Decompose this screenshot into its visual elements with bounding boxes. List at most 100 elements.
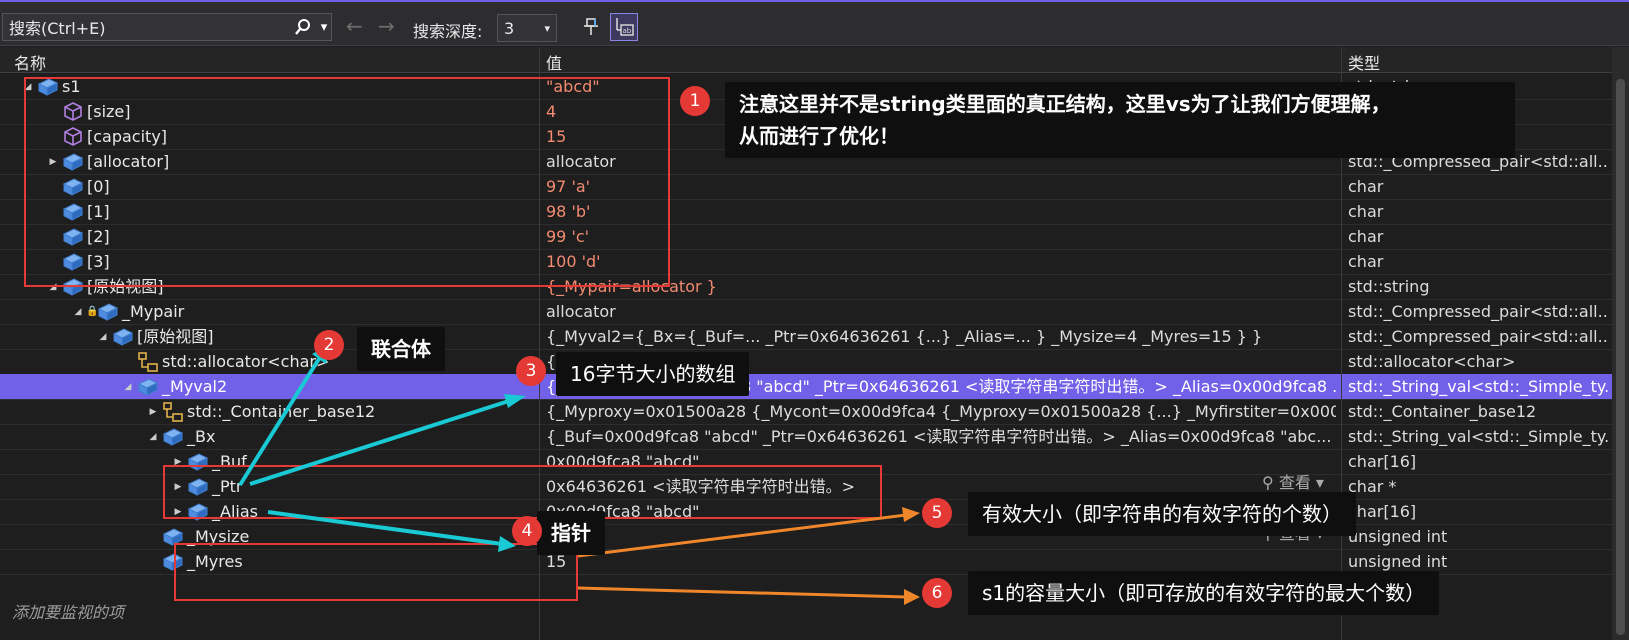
row-name: [原始视图] — [87, 277, 164, 296]
vertical-scrollbar[interactable] — [1612, 47, 1629, 640]
row-value[interactable]: {_Mypair=allocator } — [546, 274, 1336, 300]
property-icon — [61, 125, 85, 149]
watch-row[interactable]: ◢ [原始视图] {_Myval2={_Bx={_Buf=... _Ptr=0x64… — [0, 324, 1612, 350]
row-name-cell[interactable]: ▶ std::_Container_base12 — [0, 399, 540, 425]
show-raw-structure-icon[interactable]: ab — [610, 13, 638, 41]
row-name-cell[interactable]: ▶ _Alias — [0, 499, 540, 525]
row-value[interactable]: {_Myval2={_Bx={_Buf=... _Ptr=0x64636261 … — [546, 324, 1336, 350]
watch-row[interactable]: ◢ 🔒 _Mypair allocator std::_Compressed_pair<… — [0, 299, 1612, 325]
object-icon — [186, 450, 210, 474]
row-name-cell[interactable]: ◢ [原始视图] — [0, 324, 540, 350]
search-depth-label: 搜索深度: — [413, 22, 483, 41]
row-name-cell[interactable]: ▶ _Buf — [0, 449, 540, 475]
pin-icon[interactable] — [578, 13, 606, 41]
view-button-label: 查看 — [1278, 473, 1311, 492]
expand-icon[interactable]: ▶ — [45, 149, 61, 175]
row-value[interactable]: 98 'b' — [546, 199, 1336, 225]
row-value[interactable]: {_Buf=0x00d9fca8 "abcd" _Ptr=0x64636261 … — [546, 424, 1336, 450]
watch-row[interactable]: ◢ _Bx {_Buf=0x00d9fca8 "abcd" _Ptr=0x64636… — [0, 424, 1612, 450]
search-dropdown-icon[interactable]: ▾ — [317, 14, 331, 40]
row-name-cell[interactable]: ▶ [allocator] — [0, 149, 540, 175]
row-name: _Buf — [212, 452, 247, 471]
collapse-icon[interactable]: ◢ — [45, 274, 61, 300]
expand-icon[interactable]: ▶ — [170, 499, 186, 525]
watch-row[interactable]: [0] 97 'a' char — [0, 174, 1612, 200]
watch-row[interactable]: ▶ _Ptr 0x64636261 <读取字符串字符时出错。> char * — [0, 474, 1612, 500]
collapse-icon[interactable]: ◢ — [95, 324, 111, 350]
row-name-cell[interactable]: ▶ _Ptr — [0, 474, 540, 500]
row-value[interactable]: allocator — [546, 299, 1336, 325]
watch-row[interactable]: [3] 100 'd' char — [0, 249, 1612, 275]
collapse-icon[interactable]: ◢ — [145, 424, 161, 450]
search-depth-select[interactable]: 3 ▾ — [497, 14, 557, 42]
row-name-cell[interactable]: [0] — [0, 174, 540, 200]
row-type: char — [1348, 177, 1384, 196]
row-name-cell[interactable]: ◢ s1 — [0, 74, 540, 100]
row-value[interactable]: {_Myproxy=0x01500a28 {_Mycont=0x00d9fca4… — [546, 399, 1336, 425]
row-name: _Ptr — [212, 477, 243, 496]
row-type: char — [1348, 252, 1384, 271]
scrollbar-thumb[interactable] — [1616, 79, 1625, 635]
search-forward-icon[interactable]: → — [378, 16, 395, 36]
object-icon — [61, 200, 85, 224]
object-icon — [161, 525, 185, 549]
expand-icon[interactable]: ▶ — [145, 399, 161, 425]
watch-row[interactable]: std::allocator<char>{...}std::allocator<… — [0, 349, 1612, 375]
expand-icon[interactable]: ▶ — [170, 449, 186, 475]
column-name-header[interactable]: 名称 — [14, 50, 46, 74]
watch-row[interactable]: _Mysize4unsigned int — [0, 524, 1612, 550]
object-icon — [136, 375, 160, 399]
watch-window: 搜索(Ctrl+E) ▾ ← → 搜索深度: 3 ▾ ab 名称 值 类型 ◢ s… — [0, 0, 1629, 640]
row-value[interactable]: 99 'c' — [546, 224, 1336, 250]
row-name-cell[interactable]: [size] — [0, 99, 540, 125]
object-icon — [186, 500, 210, 524]
row-name: [allocator] — [87, 152, 170, 171]
watch-row[interactable]: ◢ [原始视图] {_Mypair=allocator } std::string — [0, 274, 1612, 300]
watch-row[interactable]: ▶ _Alias 0x00d9fca8 "abcd" char[16] — [0, 499, 1612, 525]
watch-row[interactable]: ▶ _Buf 0x00d9fca8 "abcd" char[16] — [0, 449, 1612, 475]
search-back-icon[interactable]: ← — [346, 16, 363, 36]
row-value[interactable]: 97 'a' — [546, 174, 1336, 200]
row-name-cell[interactable]: [3] — [0, 249, 540, 275]
row-name: _Mypair — [122, 302, 185, 321]
row-name: std::allocator<char> — [162, 352, 330, 371]
row-name-cell[interactable]: [1] — [0, 199, 540, 225]
expand-icon[interactable]: ▶ — [170, 474, 186, 500]
column-header: 名称 值 类型 — [0, 47, 1629, 73]
search-icon[interactable] — [289, 14, 317, 40]
column-type-header[interactable]: 类型 — [1348, 50, 1380, 74]
row-name: [原始视图] — [137, 327, 214, 346]
watch-row[interactable]: ◢ _Myval2 {_Bx={_Buf=0x00d9fca8 "abcd" _Pt… — [0, 374, 1612, 400]
column-value-header[interactable]: 值 — [546, 50, 562, 74]
row-name-cell[interactable]: std::allocator<char> — [0, 349, 540, 375]
annotation-4-badge: 4 — [512, 516, 542, 546]
row-name-cell[interactable]: _Mysize — [0, 524, 540, 550]
watch-toolbar: 搜索(Ctrl+E) ▾ ← → 搜索深度: 3 ▾ ab — [0, 0, 1629, 46]
row-name: [capacity] — [87, 127, 168, 146]
row-type: char * — [1348, 477, 1397, 496]
row-name: _Myres — [187, 552, 243, 571]
row-value[interactable]: 0x00d9fca8 "abcd" — [546, 449, 1336, 475]
watch-row[interactable]: [2] 99 'c' char — [0, 224, 1612, 250]
watch-row[interactable]: [1] 98 'b' char — [0, 199, 1612, 225]
row-value[interactable]: 100 'd' — [546, 249, 1336, 275]
row-name-cell[interactable]: ◢ _Bx — [0, 424, 540, 450]
row-name-cell[interactable]: [capacity] — [0, 124, 540, 150]
row-name-cell[interactable]: [2] — [0, 224, 540, 250]
annotation-1-badge: 1 — [680, 86, 710, 116]
search-input[interactable]: 搜索(Ctrl+E) — [3, 15, 289, 39]
add-watch-item[interactable]: 添加要监视的项 — [12, 599, 124, 623]
view-button[interactable]: ⚲ 查看 ▾ — [1262, 469, 1324, 493]
row-type: char — [1348, 227, 1384, 246]
row-type: unsigned int — [1348, 527, 1448, 546]
row-name-cell[interactable]: _Myres — [0, 549, 540, 575]
row-type: std::_Container_base12 — [1348, 402, 1537, 421]
collapse-icon[interactable]: ◢ — [120, 374, 136, 400]
row-name-cell[interactable]: ◢ [原始视图] — [0, 274, 540, 300]
row-name-cell[interactable]: ◢ _Myval2 — [0, 374, 540, 400]
collapse-icon[interactable]: ◢ — [70, 299, 86, 325]
watch-row[interactable]: ▶ std::_Container_base12 {_Myproxy=0x01500… — [0, 399, 1612, 425]
collapse-icon[interactable]: ◢ — [20, 74, 36, 100]
row-name-cell[interactable]: ◢ 🔒 _Mypair — [0, 299, 540, 325]
search-box[interactable]: 搜索(Ctrl+E) ▾ — [2, 13, 332, 41]
